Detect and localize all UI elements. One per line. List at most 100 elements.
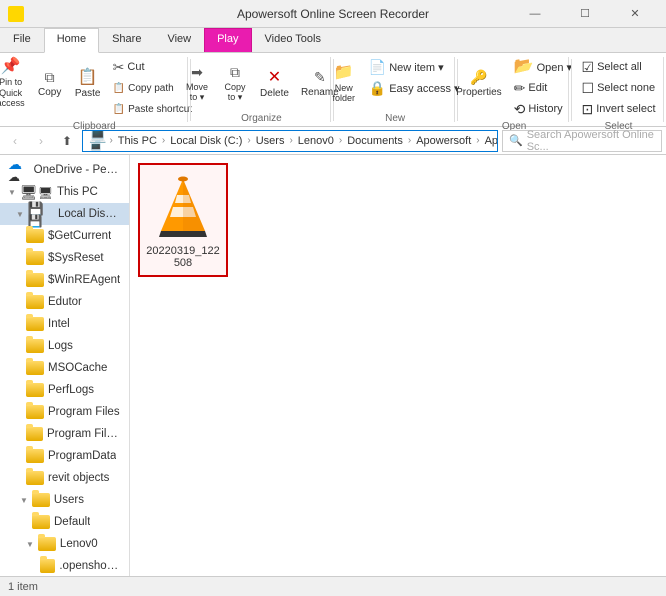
delete-icon: [268, 70, 281, 86]
easy-access-button[interactable]: Easy access ▾: [364, 78, 465, 98]
folder-icon: [38, 537, 56, 551]
path-lenov0[interactable]: Lenov0: [296, 135, 336, 147]
sidebar-item-programdata[interactable]: ProgramData: [0, 445, 129, 467]
ribbon: File Home Share View Play Video Tools Pi…: [0, 28, 666, 127]
newfolder-label: Newfolder: [333, 83, 356, 103]
copy-button[interactable]: Copy: [32, 57, 68, 111]
sidebar-item-logs[interactable]: Logs: [0, 335, 129, 357]
sidebar-item-users[interactable]: ▼ Users: [0, 489, 129, 511]
edit-icon: [514, 81, 526, 96]
tab-file[interactable]: File: [0, 28, 44, 52]
sidebar-item-programfilesx[interactable]: Program Files (: [0, 423, 129, 445]
sidebar-item-getcurrent[interactable]: $GetCurrent: [0, 225, 129, 247]
address-path[interactable]: 💻 › This PC › Local Disk (C:) › Users › …: [82, 130, 498, 152]
separator-4: [571, 59, 572, 121]
edit-button[interactable]: Edit: [509, 78, 577, 98]
file-item-vlc[interactable]: 20220319_122508: [138, 163, 228, 277]
search-box[interactable]: 🔍 Search Apowersoft Online Sc...: [502, 130, 662, 152]
invert-icon: [582, 102, 594, 117]
history-label: History: [528, 103, 562, 115]
new-buttons: Newfolder New item ▾ Easy access ▾: [326, 57, 465, 111]
status-bar: 1 item: [0, 576, 666, 596]
pin-icon: [1, 59, 21, 75]
ribbon-group-clipboard: Pin to Quickaccess Copy Paste Cut: [2, 57, 188, 122]
pin-quickaccess-button[interactable]: Pin to Quickaccess: [0, 57, 30, 111]
sidebar-item-intel[interactable]: Intel: [0, 313, 129, 335]
folder-icon: [32, 493, 50, 507]
tab-videotools[interactable]: Video Tools: [252, 28, 334, 52]
sidebar-item-default[interactable]: Default: [0, 511, 129, 533]
clipboard-buttons: Pin to Quickaccess Copy Paste Cut: [0, 57, 197, 119]
open-label: Open ▾: [537, 61, 573, 74]
minimize-button[interactable]: —: [512, 0, 558, 28]
sidebar-item-sysreset[interactable]: $SysReset: [0, 247, 129, 269]
sidebar-item-edutor[interactable]: Edutor: [0, 291, 129, 313]
copy-to-icon: [230, 65, 240, 80]
new-group-label: New: [385, 111, 405, 124]
file-icon-area: [147, 171, 219, 243]
path-users[interactable]: Users: [254, 135, 287, 147]
up-button[interactable]: ⬆: [56, 130, 78, 152]
msocache-label: MSOCache: [48, 362, 107, 374]
select-none-button[interactable]: Select none: [577, 78, 661, 98]
sidebar-item-winreagent[interactable]: $WinREAgent: [0, 269, 129, 291]
maximize-button[interactable]: ☐: [562, 0, 608, 28]
paste-button[interactable]: Paste: [70, 57, 106, 111]
tab-play[interactable]: Play: [204, 28, 251, 52]
invert-label: Invert select: [596, 103, 655, 115]
close-button[interactable]: ✕: [612, 0, 658, 28]
folder-icon: [32, 515, 50, 529]
tab-share[interactable]: Share: [99, 28, 154, 52]
sidebar-item-openshot[interactable]: .openshot_c...: [0, 555, 129, 576]
newitem-label: New item ▾: [389, 61, 443, 74]
sidebar-item-onedrive[interactable]: ☁ OneDrive - Person...: [0, 159, 129, 181]
rename-icon: [314, 70, 326, 85]
sidebar-item-perflogs[interactable]: PerfLogs: [0, 379, 129, 401]
new-item-button[interactable]: New item ▾: [364, 57, 465, 77]
file-name: 20220319_122508: [144, 245, 222, 269]
delete-button[interactable]: Delete: [255, 57, 294, 111]
history-button[interactable]: History: [509, 99, 577, 119]
cut-label: Cut: [127, 61, 144, 73]
path-recorder[interactable]: Apowersoft Online Screen Recorder: [483, 135, 498, 147]
path-apowersoft[interactable]: Apowersoft: [414, 135, 473, 147]
path-documents[interactable]: Documents: [345, 135, 405, 147]
select-buttons: Select all Select none Invert select: [577, 57, 661, 119]
tab-view[interactable]: View: [154, 28, 204, 52]
localdisk-icon: 💾: [28, 202, 54, 227]
copy-to-button[interactable]: Copyto ▾: [217, 57, 253, 111]
ribbon-group-open: Properties Open ▾ Edit History: [460, 57, 569, 122]
sidebar-item-msocache[interactable]: MSOCache: [0, 357, 129, 379]
forward-button[interactable]: ›: [30, 130, 52, 152]
move-to-button[interactable]: Moveto ▾: [179, 57, 215, 111]
copy-path-label: Copy path: [128, 83, 174, 94]
new-folder-button[interactable]: Newfolder: [326, 57, 362, 111]
move-icon: [191, 65, 203, 80]
edutor-label: Edutor: [48, 296, 82, 308]
sidebar-item-thispc[interactable]: ▼ 🖥 This PC: [0, 181, 129, 203]
properties-button[interactable]: Properties: [451, 57, 507, 111]
sidebar-item-revitobjects[interactable]: revit objects: [0, 467, 129, 489]
copyto-label: Copyto ▾: [225, 82, 246, 103]
select-all-button[interactable]: Select all: [577, 57, 661, 77]
path-localdisk[interactable]: Local Disk (C:): [168, 135, 244, 147]
sidebar-item-localdisk[interactable]: ▼ 💾 Local Disk (C:): [0, 203, 129, 225]
paste-label: Paste: [75, 88, 101, 99]
tab-home[interactable]: Home: [44, 28, 99, 53]
copy-icon: [45, 70, 55, 85]
ribbon-group-select: Select all Select none Invert select Sel…: [574, 57, 664, 122]
folder-icon: [26, 229, 44, 243]
sysreset-label: $SysReset: [48, 252, 104, 264]
file-area: 20220319_122508: [130, 155, 666, 576]
folder-icon: [26, 427, 43, 441]
open-button[interactable]: Open ▾: [509, 57, 577, 77]
perflogs-label: PerfLogs: [48, 384, 94, 396]
sidebar-item-lenov0[interactable]: ▼ Lenov0: [0, 533, 129, 555]
folder-icon: [26, 471, 44, 485]
sidebar-item-programfiles[interactable]: Program Files: [0, 401, 129, 423]
folder-icon: [26, 361, 44, 375]
new-small-buttons: New item ▾ Easy access ▾: [364, 57, 465, 98]
path-thispc[interactable]: This PC: [116, 135, 159, 147]
back-button[interactable]: ‹: [4, 130, 26, 152]
invert-select-button[interactable]: Invert select: [577, 99, 661, 119]
